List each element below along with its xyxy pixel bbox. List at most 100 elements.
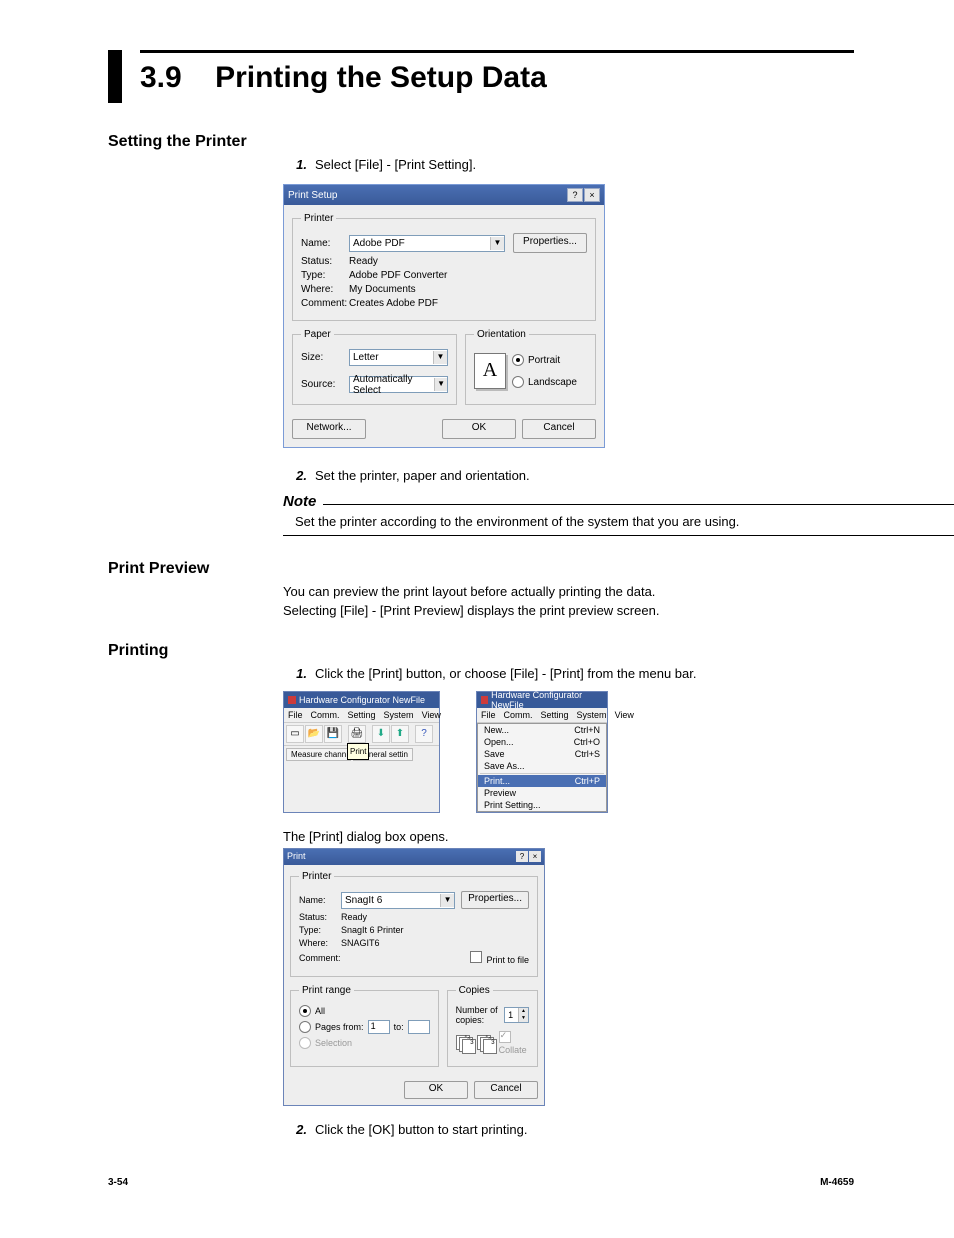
menu-item-open[interactable]: Open...Ctrl+O: [478, 736, 606, 748]
pages-label: Pages: [315, 1022, 341, 1032]
from-label: from:: [343, 1022, 364, 1032]
dropdown-arrow-icon[interactable]: ▼: [434, 378, 447, 391]
send-icon[interactable]: ⬇: [372, 725, 390, 743]
menu-setting[interactable]: Setting: [541, 710, 569, 720]
ok-button[interactable]: OK: [404, 1081, 468, 1099]
save-icon[interactable]: 💾: [324, 725, 342, 743]
app-window-toolbar-screenshot: Hardware Configurator NewFile File Comm.…: [283, 691, 440, 813]
menu-item-print[interactable]: Print...Ctrl+P: [478, 775, 606, 787]
paper-source-combo[interactable]: Automatically Select ▼: [349, 376, 448, 393]
note-box: Note Set the printer according to the en…: [283, 493, 854, 536]
to-label: to:: [394, 1022, 404, 1032]
menu-comm[interactable]: Comm.: [504, 710, 533, 720]
step-number: 2.: [283, 468, 307, 483]
dropdown-arrow-icon[interactable]: ▼: [490, 237, 504, 250]
close-button[interactable]: ×: [529, 851, 541, 862]
paper-group: Paper Size: Letter ▼ Source: Automatical…: [292, 329, 457, 405]
section-number: 3.9: [140, 61, 182, 94]
help-button[interactable]: ?: [567, 188, 583, 202]
all-radio[interactable]: All: [299, 1005, 430, 1017]
printer-name-combo[interactable]: SnagIt 6 ▼: [341, 892, 455, 909]
landscape-radio[interactable]: Landscape: [512, 376, 577, 388]
print-range-group: Print range All Pages from: 1 to: Select…: [290, 985, 439, 1067]
network-button[interactable]: Network...: [292, 419, 366, 439]
menu-item-new[interactable]: New...Ctrl+N: [478, 724, 606, 736]
menu-setting[interactable]: Setting: [348, 710, 376, 720]
menu-comm[interactable]: Comm.: [311, 710, 340, 720]
dialog-title: Print: [287, 851, 306, 863]
where-label: Where:: [301, 284, 349, 295]
dialog-titlebar[interactable]: Print ? ×: [284, 849, 544, 865]
menubar[interactable]: File Comm. Setting System View: [477, 708, 607, 723]
status-value: Ready: [349, 256, 587, 267]
type-value: SnagIt 6 Printer: [341, 925, 529, 935]
note-title: Note: [283, 493, 322, 510]
section-title: Printing the Setup Data: [215, 61, 547, 94]
page-number: 3-54: [108, 1177, 128, 1188]
collate-check: Collate: [499, 1031, 529, 1055]
close-button[interactable]: ×: [584, 188, 600, 202]
menu-file[interactable]: File: [481, 710, 496, 720]
help-button[interactable]: ?: [516, 851, 528, 862]
printer-legend: Printer: [301, 213, 336, 224]
printer-name-combo[interactable]: Adobe PDF ▼: [349, 235, 505, 252]
properties-button[interactable]: Properties...: [461, 891, 529, 909]
cancel-button[interactable]: Cancel: [474, 1081, 538, 1099]
to-input[interactable]: [408, 1020, 430, 1034]
pages-radio[interactable]: Pages from: 1 to:: [299, 1020, 430, 1034]
menu-system[interactable]: System: [577, 710, 607, 720]
portrait-radio[interactable]: Portrait: [512, 354, 577, 366]
from-input[interactable]: 1: [368, 1020, 390, 1034]
collate-icon: 123 123: [456, 1035, 495, 1051]
new-icon[interactable]: ▭: [286, 725, 304, 743]
menu-item-save-as[interactable]: Save As...: [478, 760, 606, 772]
receive-icon[interactable]: ⬆: [391, 725, 409, 743]
printer-group: Printer Name: Adobe PDF ▼ Properties... …: [292, 213, 596, 321]
cancel-button[interactable]: Cancel: [522, 419, 596, 439]
open-icon[interactable]: 📂: [305, 725, 323, 743]
menubar[interactable]: File Comm. Setting System View: [284, 708, 439, 723]
toolbar: ▭ 📂 💾 🖨 Print ⬇ ⬆ ?: [284, 723, 439, 746]
menu-view[interactable]: View: [422, 710, 441, 720]
num-copies-value: 1: [508, 1010, 513, 1020]
num-copies-input[interactable]: 1 ▲▼: [504, 1007, 529, 1023]
orientation-legend: Orientation: [474, 329, 529, 340]
dropdown-arrow-icon[interactable]: ▼: [433, 351, 447, 364]
name-label: Name:: [299, 895, 341, 905]
orientation-group: Orientation A Portrait Landscape: [465, 329, 596, 405]
tab-measure[interactable]: Measure chann: [286, 748, 351, 761]
caption: The [Print] dialog box opens.: [283, 829, 854, 844]
comment-label: Comment:: [301, 298, 349, 309]
dropdown-arrow-icon[interactable]: ▼: [440, 894, 454, 907]
menu-file[interactable]: File: [288, 710, 303, 720]
paper-legend: Paper: [301, 329, 334, 340]
radio-icon: [299, 1021, 311, 1033]
menu-separator: [480, 773, 604, 774]
print-icon[interactable]: 🖨 Print: [348, 725, 366, 743]
size-label: Size:: [301, 352, 349, 363]
status-value: Ready: [341, 912, 529, 922]
portrait-label: Portrait: [528, 355, 560, 366]
ok-button[interactable]: OK: [442, 419, 516, 439]
paper-size-combo[interactable]: Letter ▼: [349, 349, 448, 366]
print-dialog: Print ? × Printer Name: SnagIt 6 ▼ Prope…: [283, 848, 545, 1106]
copies-group: Copies Number of copies: 1 ▲▼ 123 123: [447, 985, 538, 1067]
help-icon[interactable]: ?: [415, 725, 433, 743]
doc-id: M-4659: [820, 1177, 854, 1188]
dialog-titlebar[interactable]: Print Setup ? ×: [284, 185, 604, 205]
note-body: Set the printer according to the environ…: [283, 510, 954, 536]
spin-up-icon[interactable]: ▲: [518, 1008, 528, 1015]
dialog-title: Print Setup: [288, 190, 337, 201]
menu-item-print-setting[interactable]: Print Setting...: [478, 799, 606, 811]
step-number: 2.: [283, 1122, 307, 1137]
checkbox-icon: [499, 1031, 511, 1043]
properties-button[interactable]: Properties...: [513, 233, 587, 253]
section-heading: 3.9 Printing the Setup Data: [108, 50, 854, 103]
menu-system[interactable]: System: [384, 710, 414, 720]
print-to-file-check[interactable]: Print to file: [470, 951, 529, 965]
menu-item-preview[interactable]: Preview: [478, 787, 606, 799]
menu-item-save[interactable]: SaveCtrl+S: [478, 748, 606, 760]
app-title: Hardware Configurator NewFile: [299, 695, 425, 705]
spin-down-icon[interactable]: ▼: [518, 1015, 528, 1022]
menu-view[interactable]: View: [615, 710, 634, 720]
